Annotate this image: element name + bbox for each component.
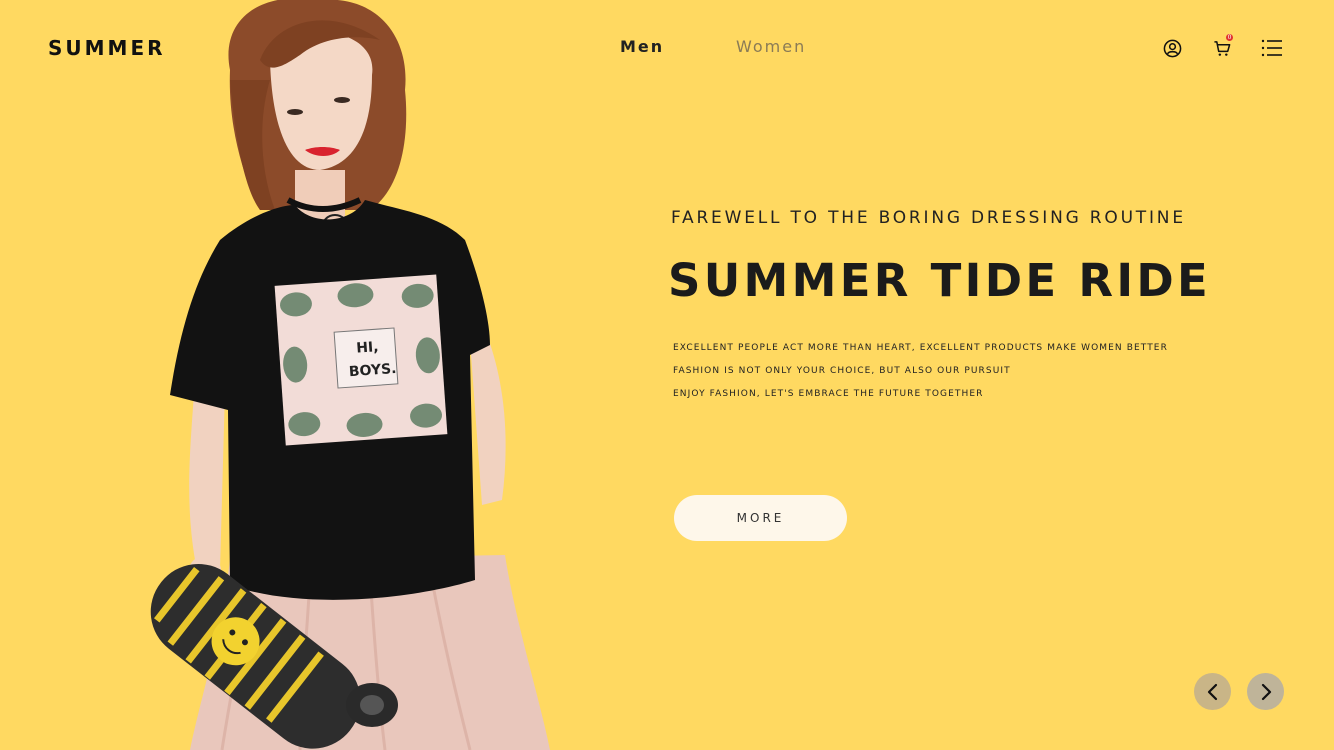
tshirt-print-line-1: HI, <box>356 339 379 357</box>
hero-description: EXCELLENT PEOPLE ACT MORE THAN HEART, EX… <box>673 337 1168 406</box>
hero-description-line: ENJOY FASHION, LET'S EMBRACE THE FUTURE … <box>673 389 984 399</box>
hero-headline: SUMMER TIDE RIDE <box>668 254 1212 307</box>
slider-prev-button[interactable] <box>1194 673 1231 710</box>
main-nav: Men Women <box>620 37 806 56</box>
cart-icon[interactable]: 0 <box>1210 34 1234 60</box>
nav-men-link[interactable]: Men <box>620 37 736 56</box>
cart-count-badge: 0 <box>1226 34 1233 41</box>
menu-icon[interactable] <box>1260 36 1284 60</box>
hero-copy: FAREWELL TO THE BORING DRESSING ROUTINE … <box>668 208 1212 406</box>
hero-subtitle: FAREWELL TO THE BORING DRESSING ROUTINE <box>671 208 1186 228</box>
chevron-left-icon <box>1207 683 1217 700</box>
header-icons: 0 <box>1160 34 1284 60</box>
hero-model-image: HI, BOYS. <box>150 0 550 750</box>
more-button[interactable]: MORE <box>674 495 847 541</box>
chevron-right-icon <box>1261 683 1271 700</box>
hero-description-line: EXCELLENT PEOPLE ACT MORE THAN HEART, EX… <box>673 343 1168 353</box>
tshirt-print-line-2: BOYS. <box>348 361 397 380</box>
user-icon[interactable] <box>1160 36 1184 60</box>
nav-women-link[interactable]: Women <box>736 37 806 56</box>
slider-next-button[interactable] <box>1247 673 1284 710</box>
hero-description-line: FASHION IS NOT ONLY YOUR CHOICE, BUT ALS… <box>673 366 1011 376</box>
